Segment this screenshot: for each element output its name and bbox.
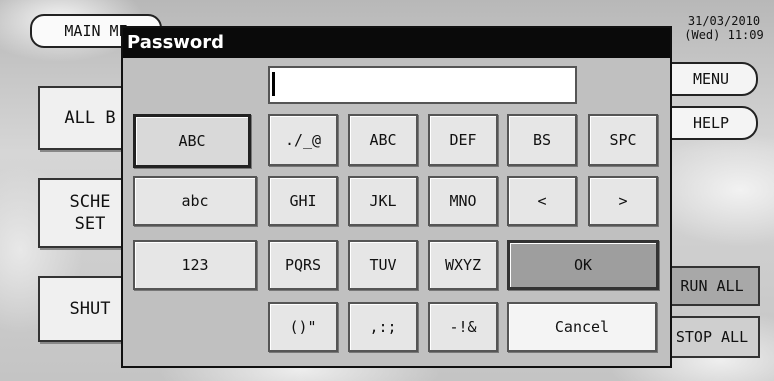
key-cursor-left-label: < [537,192,547,210]
stop-all-label: STOP ALL [675,328,749,346]
key-abc-label: ABC [369,131,397,149]
mode-number-key[interactable]: 123 [133,240,257,290]
key-symbols-2[interactable]: -!& [428,302,498,352]
schedule-setting-label: SCHE SET [69,192,111,234]
run-all-button[interactable]: RUN ALL [664,266,760,306]
cancel-button-label: Cancel [554,318,610,336]
day-time-text: (Wed) 11:09 [684,28,764,42]
key-backspace-label: BS [532,131,552,149]
key-symbols-2-label: -!& [449,318,477,336]
key-punctuation-label: ,:; [369,318,397,336]
ok-button-label: OK [573,256,593,274]
key-pqrs-label: PQRS [284,256,322,274]
key-def-label: DEF [449,131,477,149]
help-button-label: HELP [692,114,730,132]
key-punctuation[interactable]: ,:; [348,302,418,352]
ok-button[interactable]: OK [507,240,659,290]
key-space[interactable]: SPC [588,114,658,166]
key-symbols-1[interactable]: ./_@ [268,114,338,166]
key-jkl-label: JKL [369,192,397,210]
key-cursor-right[interactable]: > [588,176,658,226]
menu-button[interactable]: MENU [664,62,758,96]
date-text: 31/03/2010 [687,14,761,28]
main-menu-label: MAIN ME [64,22,128,40]
mode-lowercase-label: abc [181,192,209,210]
mode-lowercase-key[interactable]: abc [133,176,257,226]
mode-uppercase-label: ABC [178,132,206,150]
key-tuv-label: TUV [369,256,397,274]
help-button[interactable]: HELP [664,106,758,140]
key-ghi-label: GHI [289,192,317,210]
key-mno-label: MNO [449,192,477,210]
key-cursor-right-label: > [618,192,628,210]
key-wxyz-label: WXYZ [444,256,482,274]
key-def[interactable]: DEF [428,114,498,166]
cancel-button[interactable]: Cancel [507,302,657,352]
key-tuv[interactable]: TUV [348,240,418,290]
shut-button-label: SHUT [69,299,111,319]
all-button-label: ALL B [64,108,116,128]
key-wxyz[interactable]: WXYZ [428,240,498,290]
datetime-display: 31/03/2010 (Wed) 11:09 [678,14,770,42]
key-abc[interactable]: ABC [348,114,418,166]
key-cursor-left[interactable]: < [507,176,577,226]
dialog-title: Password [123,28,670,58]
key-ghi[interactable]: GHI [268,176,338,226]
key-brackets[interactable]: ()" [268,302,338,352]
password-input[interactable] [268,66,577,104]
key-brackets-label: ()" [289,318,317,336]
mode-uppercase-key[interactable]: ABC [133,114,251,168]
key-pqrs[interactable]: PQRS [268,240,338,290]
menu-button-label: MENU [692,70,730,88]
key-mno[interactable]: MNO [428,176,498,226]
run-all-label: RUN ALL [680,277,744,295]
text-cursor [272,72,275,96]
password-dialog: Password ABC abc 123 ./_@ ABC DEF BS SPC… [121,26,672,368]
key-jkl[interactable]: JKL [348,176,418,226]
key-symbols-1-label: ./_@ [284,131,322,149]
mode-number-label: 123 [181,256,209,274]
stop-all-button[interactable]: STOP ALL [664,316,760,358]
key-space-label: SPC [609,131,637,149]
key-backspace[interactable]: BS [507,114,577,166]
